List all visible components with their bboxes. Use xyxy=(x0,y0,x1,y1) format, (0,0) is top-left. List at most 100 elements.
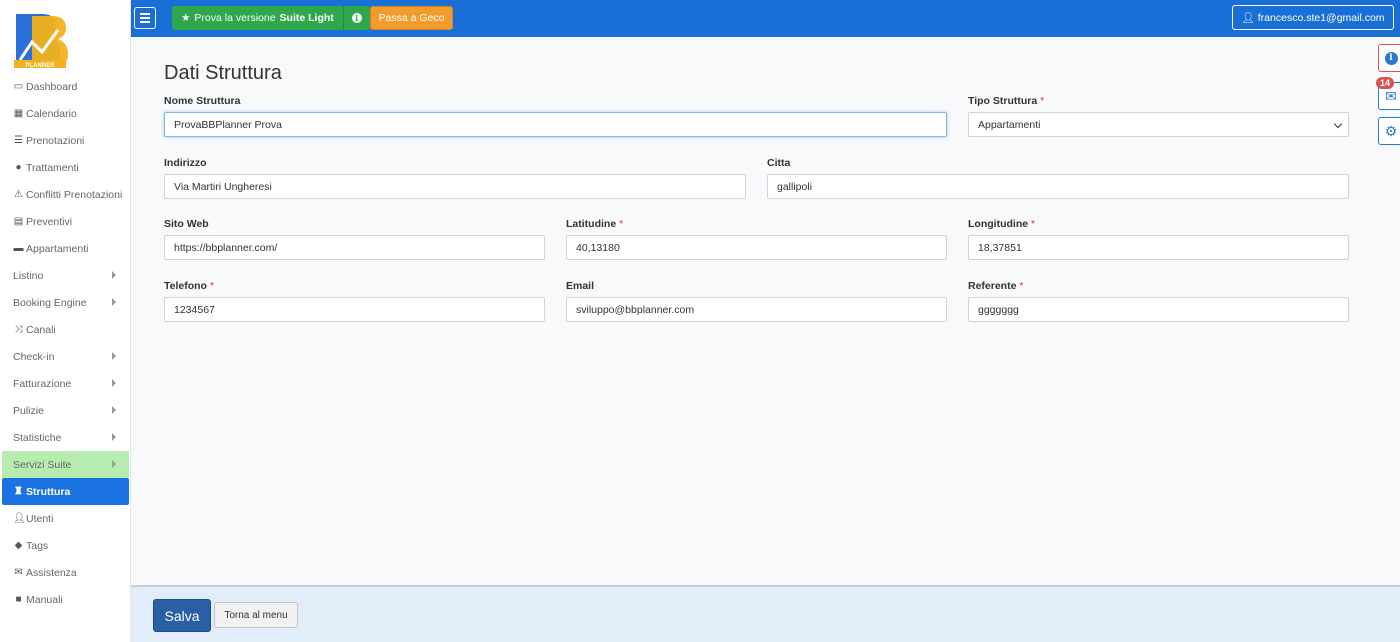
geco-label: Passa a Geco xyxy=(378,12,445,24)
info-icon: i xyxy=(1384,51,1398,65)
sidebar-item-calendario[interactable]: ▦ Calendario xyxy=(0,100,131,127)
sidebar-item-label: Conflitti Prenotazioni xyxy=(26,188,123,201)
referente-field: Referente * ggggggg xyxy=(968,280,1349,322)
email-label: Email xyxy=(566,280,595,292)
user-email: francesco.ste1@gmail.com xyxy=(1257,11,1385,24)
gears-icon: ⚙ xyxy=(1384,122,1398,139)
caret-right-icon xyxy=(112,271,116,279)
settings-float-button[interactable]: ⚙ xyxy=(1378,117,1400,145)
caret-right-icon xyxy=(112,460,116,468)
suite-info-button[interactable]: i xyxy=(342,6,370,30)
tipo-struttura-label: Tipo Struttura * xyxy=(968,95,1045,107)
envelope-icon: ✉ xyxy=(14,567,23,578)
sidebar-item-trattamenti[interactable]: ● Trattamenti xyxy=(0,154,131,181)
referente-label: Referente * xyxy=(968,280,1024,292)
sidebar-item-label: Utenti xyxy=(26,512,54,525)
latitudine-field: Latitudine * 40,13180 xyxy=(566,218,947,260)
sidebar-item-booking-engine[interactable]: Booking Engine xyxy=(0,289,131,316)
sidebar-item-canali[interactable]: ⤨ Canali xyxy=(0,316,131,343)
suite-bold-text: Suite Light xyxy=(279,12,334,24)
monitor-icon: ▭ xyxy=(13,81,24,92)
sidebar-item-utenti[interactable]: 👤︎ Utenti xyxy=(0,505,131,532)
book-icon: ■ xyxy=(15,594,22,605)
sidebar-item-preventivi[interactable]: ▤ Preventivi xyxy=(0,208,131,235)
sidebar-item-appartamenti[interactable]: ▬ Appartamenti xyxy=(0,235,131,262)
longitudine-field: Longitudine * 18,37851 xyxy=(968,218,1349,260)
sidebar-item-label: Appartamenti xyxy=(26,242,89,255)
sidebar-item-label: Dashboard xyxy=(26,80,78,93)
bed-icon: ▬ xyxy=(13,243,24,254)
caret-right-icon xyxy=(112,379,116,387)
sidebar-item-label: Prenotazioni xyxy=(26,134,85,147)
tipo-struttura-select[interactable]: Appartamenti xyxy=(968,112,1349,137)
switch-to-geco-button[interactable]: Passa a Geco xyxy=(370,6,453,30)
sidebar-item-label: Trattamenti xyxy=(26,161,79,174)
sidebar-item-listino[interactable]: Listino xyxy=(0,262,131,289)
sidebar-item-dashboard[interactable]: ▭ Dashboard xyxy=(0,73,131,100)
save-label: Salva xyxy=(164,607,200,624)
chevron-down-icon xyxy=(1333,119,1343,129)
sito-web-field: Sito Web https://bbplanner.com/ xyxy=(164,218,545,260)
sidebar-item-manuali[interactable]: ■ Manuali xyxy=(0,586,131,613)
back-label: Torna al menu xyxy=(224,609,288,621)
sidebar-item-label: Preventivi xyxy=(26,215,73,228)
sidebar-item-label: Manuali xyxy=(26,593,63,606)
user-account-button[interactable]: 👤︎ francesco.ste1@gmail.com xyxy=(1232,5,1394,30)
page-title: Dati Struttura xyxy=(164,62,282,84)
telefono-input[interactable]: 1234567 xyxy=(164,297,545,322)
list-icon: ☰ xyxy=(14,135,23,146)
indirizzo-input[interactable]: Via Martiri Ungheresi xyxy=(164,174,746,199)
suite-prefix-text: Prova la versione xyxy=(194,12,276,24)
top-bar: ★ Prova la versione Suite Light i Passa … xyxy=(131,0,1400,37)
sidebar-item-assistenza[interactable]: ✉ Assistenza xyxy=(0,559,131,586)
star-icon: ★ xyxy=(181,12,191,24)
sito-web-label: Sito Web xyxy=(164,218,209,230)
sito-web-input[interactable]: https://bbplanner.com/ xyxy=(164,235,545,260)
telefono-field: Telefono * 1234567 xyxy=(164,280,545,322)
sidebar-item-conflitti[interactable]: ⚠ Conflitti Prenotazioni xyxy=(0,181,131,208)
sidebar-item-label: Assistenza xyxy=(26,566,77,579)
sidebar-item-label: Listino xyxy=(13,269,44,282)
user-icon: 👤︎ xyxy=(13,513,26,524)
email-input[interactable]: sviluppo@bbplanner.com xyxy=(566,297,947,322)
info-icon: i xyxy=(351,13,362,23)
sidebar-item-prenotazioni[interactable]: ☰ Prenotazioni xyxy=(0,127,131,154)
sidebar-item-check-in[interactable]: Check-in xyxy=(0,343,131,370)
citta-label: Citta xyxy=(767,157,791,169)
telefono-label: Telefono * xyxy=(164,280,214,292)
svg-text:PLANNER: PLANNER xyxy=(25,63,55,69)
sidebar: PLANNER ▭ Dashboard ▦ Calendario ☰ Prenotaz… xyxy=(0,0,131,642)
bbplanner-logo[interactable]: PLANNER xyxy=(12,12,68,70)
sidebar-item-label: Check-in xyxy=(13,350,55,363)
sidebar-item-label: Statistiche xyxy=(13,431,62,444)
info-float-button[interactable]: i xyxy=(1378,44,1400,72)
longitudine-label: Longitudine * xyxy=(968,218,1036,230)
sidebar-item-label: Calendario xyxy=(26,107,77,120)
sidebar-item-servizi-suite[interactable]: Servizi Suite xyxy=(2,451,129,478)
calculator-icon: ▤ xyxy=(13,216,24,227)
indirizzo-label: Indirizzo xyxy=(164,157,207,169)
citta-input[interactable]: gallipoli xyxy=(767,174,1349,199)
user-icon: 👤︎ xyxy=(1241,12,1255,24)
indirizzo-field: Indirizzo Via Martiri Ungheresi xyxy=(164,157,746,199)
longitudine-input[interactable]: 18,37851 xyxy=(968,235,1349,260)
hamburger-menu-button[interactable] xyxy=(134,7,156,29)
messages-badge: 14 xyxy=(1376,77,1395,89)
footer-bar: Salva Torna al menu xyxy=(131,585,1400,642)
referente-input[interactable]: ggggggg xyxy=(968,297,1349,322)
back-to-menu-button[interactable]: Torna al menu xyxy=(214,602,298,628)
try-suite-light-button[interactable]: ★ Prova la versione Suite Light xyxy=(172,6,343,30)
tags-icon: ◆ xyxy=(14,540,23,551)
nome-struttura-label: Nome Struttura xyxy=(164,95,241,107)
nome-struttura-field: Nome Struttura ProvaBBPlanner Prova xyxy=(164,95,947,137)
nome-struttura-input[interactable]: ProvaBBPlanner Prova xyxy=(164,112,947,137)
sidebar-item-fatturazione[interactable]: Fatturazione xyxy=(0,370,131,397)
sidebar-item-struttura[interactable]: ♜ Struttura xyxy=(2,478,129,505)
sidebar-item-pulizie[interactable]: Pulizie xyxy=(0,397,131,424)
email-field: Email sviluppo@bbplanner.com xyxy=(566,280,947,322)
sidebar-item-tags[interactable]: ◆ Tags xyxy=(0,532,131,559)
sidebar-item-statistiche[interactable]: Statistiche xyxy=(0,424,131,451)
apple-icon: ● xyxy=(15,162,22,173)
latitudine-input[interactable]: 40,13180 xyxy=(566,235,947,260)
save-button[interactable]: Salva xyxy=(153,599,211,632)
